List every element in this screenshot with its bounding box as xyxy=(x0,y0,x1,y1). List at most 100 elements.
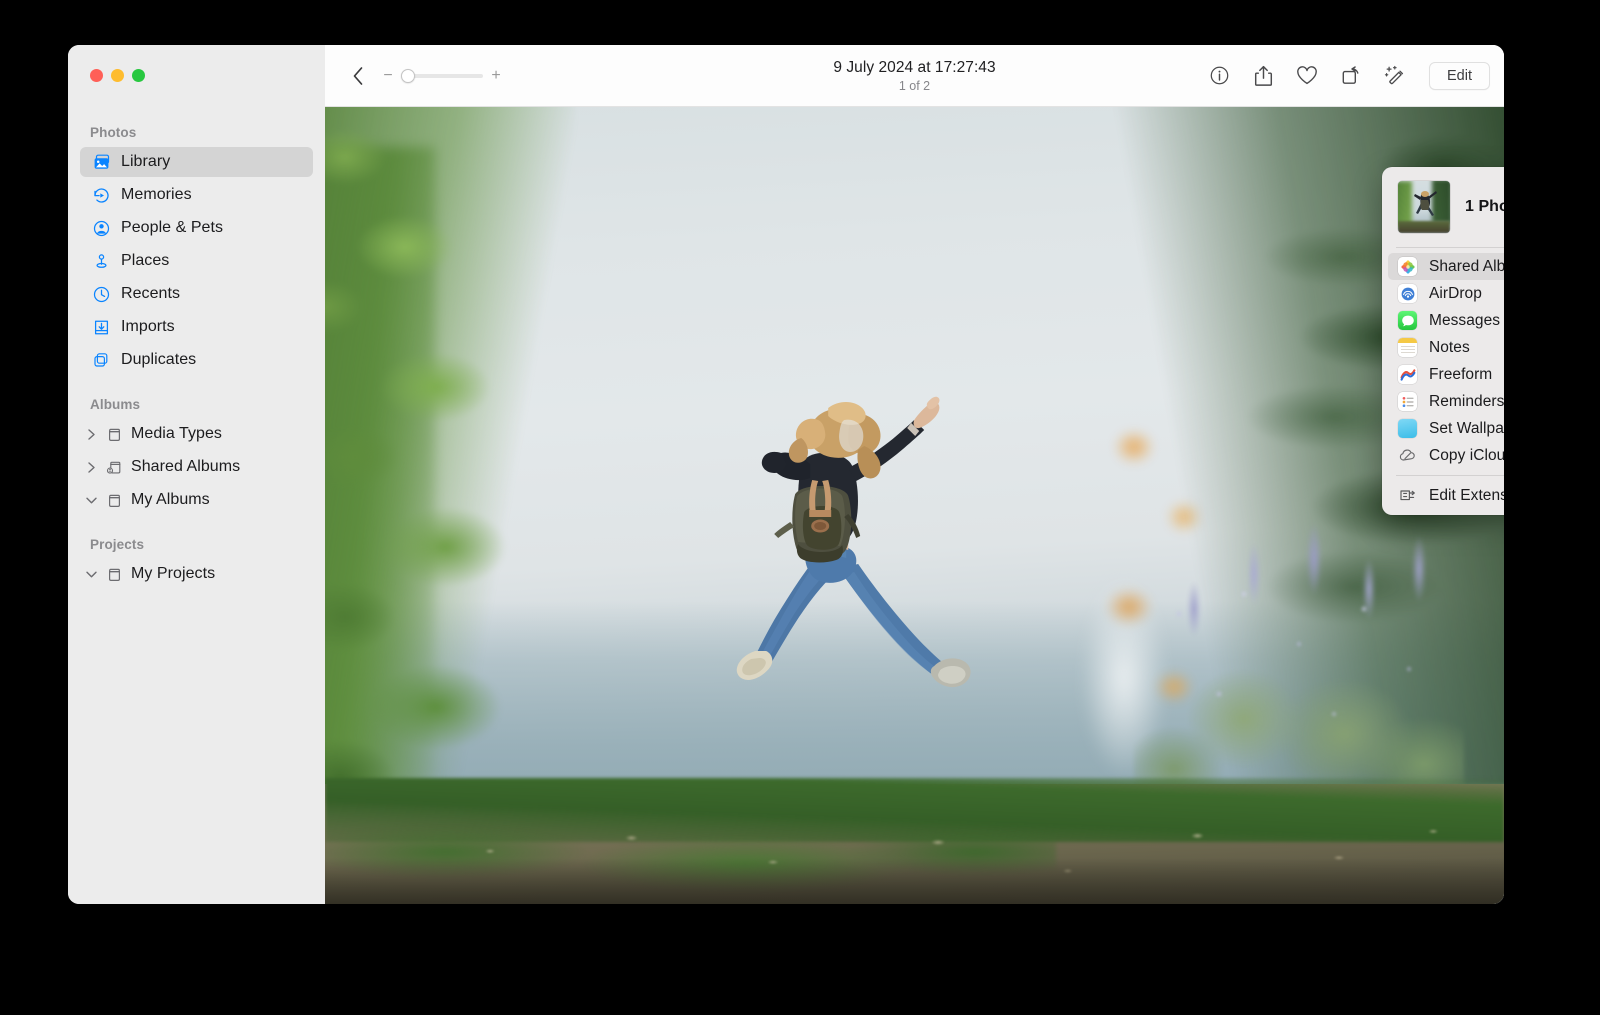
share-menu-item-label: Freeform xyxy=(1429,365,1493,383)
sidebar-item-duplicates[interactable]: Duplicates xyxy=(80,345,313,375)
share-menu-item-copy-icloud-link[interactable]: Copy iCloud Link xyxy=(1388,442,1504,469)
selected-photo-thumbnail xyxy=(1398,181,1450,233)
share-menu-item-label: Notes xyxy=(1429,338,1470,356)
share-menu-item-reminders[interactable]: Reminders xyxy=(1388,388,1504,415)
share-menu-item-label: Edit Extensions… xyxy=(1429,486,1504,504)
sidebar-item-my-projects[interactable]: My Projects xyxy=(80,559,313,589)
zoom-in-label[interactable]: + xyxy=(491,67,501,84)
sidebar: Photos Library Memories People & Pets Pl… xyxy=(68,45,325,904)
edit-button[interactable]: Edit xyxy=(1429,61,1490,90)
icloud-link-icon xyxy=(1398,446,1417,465)
chevron-down-icon[interactable] xyxy=(85,496,98,505)
people-pets-icon xyxy=(92,219,111,238)
sidebar-item-label: Library xyxy=(121,153,171,170)
airdrop-icon xyxy=(1398,284,1417,303)
shared-album-icon xyxy=(105,458,124,477)
library-icon xyxy=(92,153,111,172)
rotate-button[interactable] xyxy=(1337,62,1365,90)
sidebar-item-places[interactable]: Places xyxy=(80,246,313,276)
photo-stage[interactable]: 1 Photo Selected xyxy=(325,107,1504,904)
zoom-slider[interactable]: − + xyxy=(383,67,501,84)
share-menu-list: Shared Albums AirDrop xyxy=(1382,248,1504,469)
minimize-button[interactable] xyxy=(111,69,124,82)
zoom-button[interactable] xyxy=(132,69,145,82)
share-menu-item-freeform[interactable]: Freeform xyxy=(1388,361,1504,388)
sidebar-item-label: My Albums xyxy=(131,491,210,508)
info-button[interactable] xyxy=(1205,62,1233,90)
back-button[interactable] xyxy=(345,63,371,89)
lavender-blossoms xyxy=(1149,574,1449,784)
sidebar-section-projects: Projects xyxy=(90,537,145,552)
notes-app-icon xyxy=(1398,338,1417,357)
zoom-slider-thumb[interactable] xyxy=(401,68,415,83)
sidebar-item-label: Memories xyxy=(121,186,192,203)
photos-window: Photos Library Memories People & Pets Pl… xyxy=(68,45,1504,904)
recents-icon xyxy=(92,285,111,304)
sidebar-item-label: Media Types xyxy=(131,425,222,442)
reminders-app-icon xyxy=(1398,392,1417,411)
share-menu-item-label: Copy iCloud Link xyxy=(1429,446,1504,464)
chevron-right-icon[interactable] xyxy=(85,461,98,474)
share-menu-header: 1 Photo Selected xyxy=(1382,173,1504,247)
sidebar-item-people-pets[interactable]: People & Pets xyxy=(80,213,313,243)
places-icon xyxy=(92,252,111,271)
photos-app-icon xyxy=(1398,257,1417,276)
album-icon xyxy=(105,425,124,444)
sidebar-section-albums: Albums xyxy=(90,397,141,412)
messages-app-icon xyxy=(1398,311,1417,330)
extensions-icon xyxy=(1398,486,1417,505)
toolbar-left: − + xyxy=(345,63,501,89)
sidebar-item-label: People & Pets xyxy=(121,219,224,236)
imports-icon xyxy=(92,318,111,337)
album-icon xyxy=(105,565,124,584)
album-icon xyxy=(105,491,124,510)
sidebar-item-shared-albums[interactable]: Shared Albums xyxy=(80,452,313,482)
sidebar-item-label: Duplicates xyxy=(121,351,197,368)
main-pane: − + 9 July 2024 at 17:27:43 1 of 2 Edit … xyxy=(325,45,1504,904)
duplicates-icon xyxy=(92,351,111,370)
zoom-slider-track[interactable] xyxy=(401,68,483,83)
share-menu-item-airdrop[interactable]: AirDrop xyxy=(1388,280,1504,307)
sidebar-item-my-albums[interactable]: My Albums xyxy=(80,485,313,515)
page-title: 9 July 2024 at 17:27:43 xyxy=(833,58,996,76)
wallpaper-icon xyxy=(1398,419,1417,438)
share-menu-item-shared-albums[interactable]: Shared Albums xyxy=(1388,253,1504,280)
toolbar: − + 9 July 2024 at 17:27:43 1 of 2 Edit xyxy=(325,45,1504,107)
share-menu-item-label: Reminders xyxy=(1429,392,1504,410)
chevron-right-icon[interactable] xyxy=(85,428,98,441)
sidebar-item-label: Recents xyxy=(121,285,181,302)
jumping-woman-subject xyxy=(668,354,998,714)
toolbar-right: Edit xyxy=(1205,61,1490,90)
share-menu-item-set-wallpaper[interactable]: Set Wallpaper xyxy=(1388,415,1504,442)
left-conifer-foliage xyxy=(325,107,575,857)
share-menu-item-messages[interactable]: Messages xyxy=(1388,307,1504,334)
sidebar-item-imports[interactable]: Imports xyxy=(80,312,313,342)
sidebar-item-label: My Projects xyxy=(131,565,216,582)
sidebar-item-library[interactable]: Library xyxy=(80,147,313,177)
photo-position-counter: 1 of 2 xyxy=(898,78,931,93)
share-menu-popover: 1 Photo Selected xyxy=(1382,167,1504,515)
share-menu-footer-divider xyxy=(1396,475,1504,476)
sidebar-item-memories[interactable]: Memories xyxy=(80,180,313,210)
chevron-down-icon[interactable] xyxy=(85,570,98,579)
sidebar-item-label: Imports xyxy=(121,318,175,335)
ground-shadow xyxy=(325,858,1504,904)
sidebar-item-label: Shared Albums xyxy=(131,458,241,475)
share-menu-item-label: AirDrop xyxy=(1429,284,1482,302)
auto-enhance-button[interactable] xyxy=(1381,62,1409,90)
share-menu-item-label: Shared Albums xyxy=(1429,257,1504,275)
share-menu-item-edit-extensions[interactable]: Edit Extensions… xyxy=(1388,482,1504,509)
share-menu-item-label: Set Wallpaper xyxy=(1429,419,1504,437)
close-button[interactable] xyxy=(90,69,103,82)
photo-image xyxy=(325,107,1504,904)
sidebar-item-recents[interactable]: Recents xyxy=(80,279,313,309)
sidebar-item-media-types[interactable]: Media Types xyxy=(80,419,313,449)
share-menu-item-notes[interactable]: Notes xyxy=(1388,334,1504,361)
favorite-button[interactable] xyxy=(1293,62,1321,90)
share-button[interactable] xyxy=(1249,62,1277,90)
sidebar-item-label: Places xyxy=(121,252,170,269)
share-menu-title: 1 Photo Selected xyxy=(1465,198,1504,215)
memories-icon xyxy=(92,186,111,205)
sidebar-section-photos: Photos xyxy=(90,125,137,140)
zoom-out-label[interactable]: − xyxy=(383,67,393,84)
